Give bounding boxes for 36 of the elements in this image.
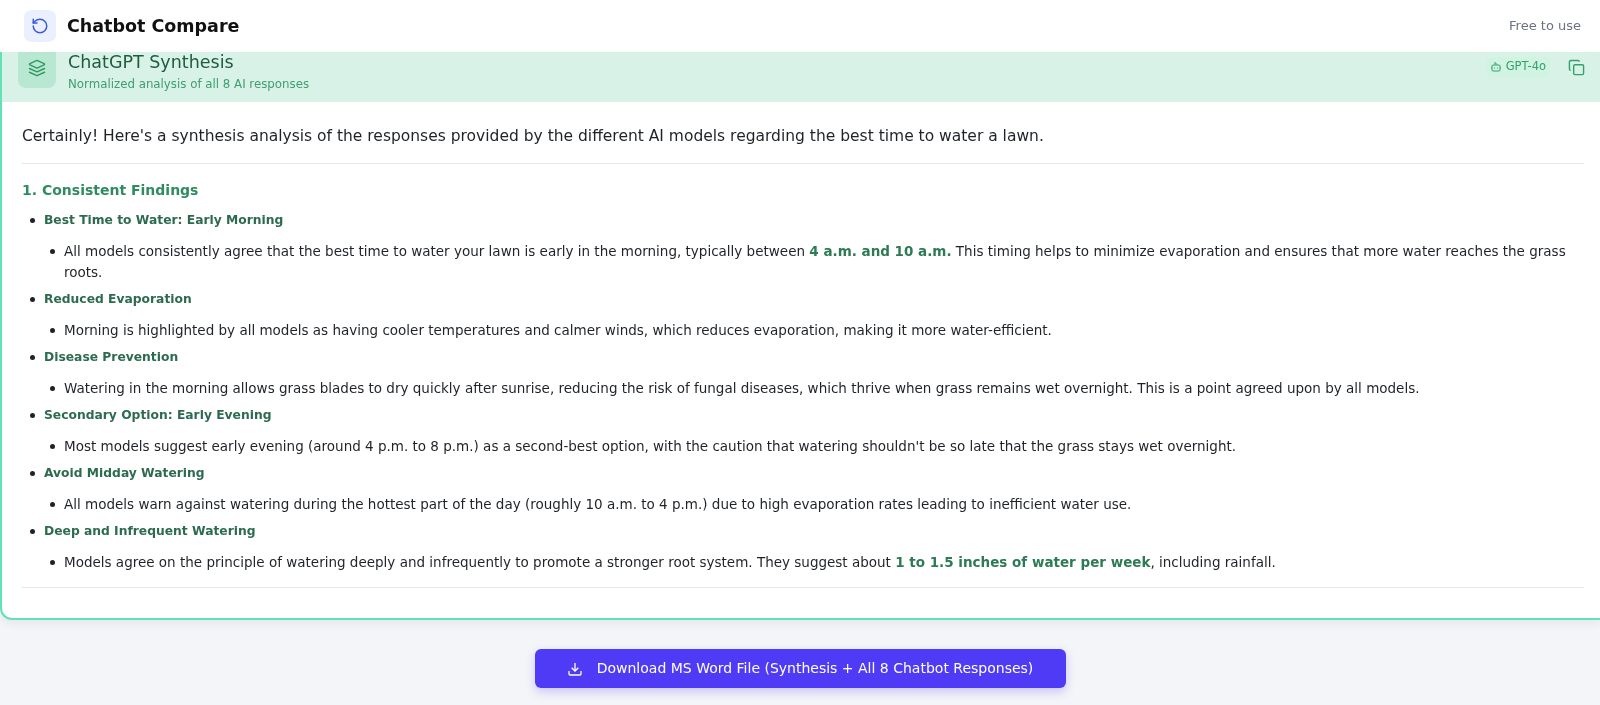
download-icon	[566, 660, 583, 677]
bullet-icon	[50, 560, 55, 565]
bullet-icon	[30, 412, 35, 418]
bullet-icon	[30, 296, 35, 302]
finding-text: Watering in the morning allows grass blades to dry quickly after sunrise, reducing the risk of fungal diseases, which thrive when grass remains wet overnight. This is a point agreed upon by all models.	[64, 379, 1421, 398]
bullet-icon	[50, 249, 55, 254]
finding-title: Deep and Infrequent Watering	[44, 523, 256, 540]
card-title: ChatGPT Synthesis	[68, 52, 235, 72]
finding-text: All models consistently agree that the best time to water your lawn is early in the morning, typically between 4 a.m. and 10 a.m. This timing helps to minimize evaporation and ensures that more water reaches the grass roots.	[64, 242, 1567, 282]
bullet-icon	[50, 502, 55, 507]
finding-text: Morning is highlighted by all models as having cooler temperatures and calmer winds, which reduces evaporation, making it more water-efficient.	[64, 321, 1053, 340]
bullet-icon	[50, 386, 55, 391]
bullet-icon	[30, 528, 35, 534]
bullet-icon	[50, 444, 55, 449]
finding-title: Reduced Evaporation	[44, 291, 192, 308]
model-name: GPT-4o	[1505, 58, 1546, 76]
intro-text: Certainly! Here's a synthesis analysis of the responses provided by the different AI models regarding the best time to water a lawn.	[22, 124, 1584, 164]
finding-title: Best Time to Water: Early Morning	[44, 212, 284, 229]
copy-icon[interactable]	[1568, 58, 1585, 76]
bullet-icon	[30, 354, 35, 360]
card-subtitle: Normalized analysis of all 8 AI responses	[68, 76, 310, 92]
bullet-icon	[50, 328, 55, 333]
finding-text: All models warn against watering during the hottest part of the day (roughly 10 a.m. to 4 p.m.) due to high evaporation rates leading to inefficient water use.	[64, 495, 1133, 514]
finding-title: Avoid Midday Watering	[44, 465, 205, 482]
finding-title: Disease Prevention	[44, 349, 179, 366]
finding-text: Most models suggest early evening (around 4 p.m. to 8 p.m.) as a second-best option, with the caution that watering shouldn't be so late that the grass stays wet overnight.	[64, 437, 1238, 456]
bot-icon	[1489, 61, 1502, 73]
app-title: Chatbot Compare	[67, 15, 240, 38]
section-heading: 1. Consistent Findings	[22, 181, 200, 200]
bullet-icon	[30, 470, 35, 476]
layers-icon	[18, 52, 56, 88]
bullet-icon	[30, 217, 35, 223]
finding-title: Secondary Option: Early Evening	[44, 407, 272, 424]
tagline: Free to use	[1509, 17, 1581, 36]
finding-text: Models agree on the principle of watering deeply and infrequently to promote a stronger root system. They suggest about 1 to 1.5 inches of water per week, including rainfall.	[64, 553, 1277, 572]
download-button[interactable]: Download MS Word File (Synthesis + All 8 Chatbot Responses)	[534, 649, 1066, 688]
